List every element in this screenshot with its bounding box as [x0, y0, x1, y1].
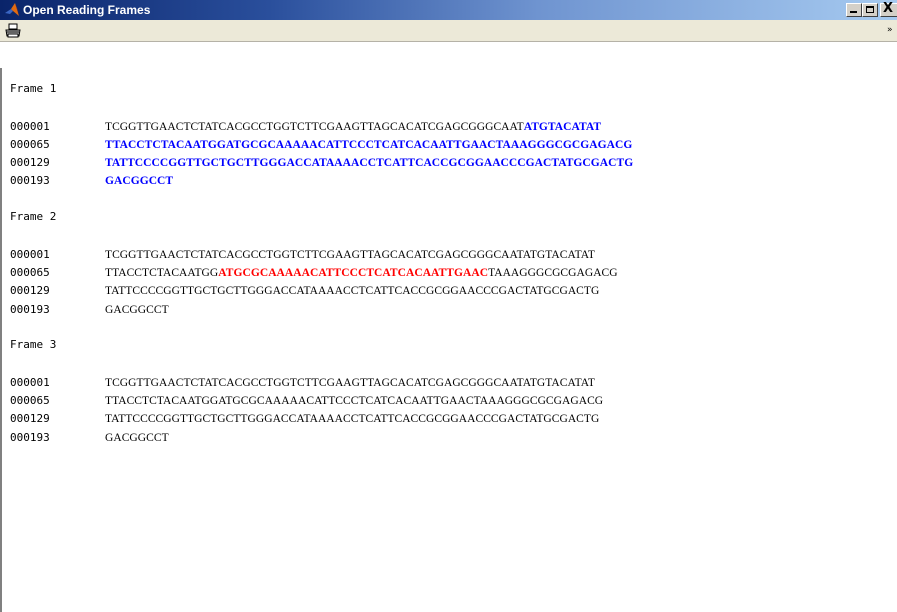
sequence-text: GACGGCCT [105, 175, 173, 187]
sequence-text: TATTCCCCGGTTGCTGCTTGGGACCATAAAACCTCATTCA… [105, 413, 599, 425]
printer-icon[interactable] [4, 22, 22, 40]
sequence-plain: TCGGTTGAACTCTATCACGCCTGGTCTTCGAAGTTAGCAC… [105, 248, 595, 261]
sequence-plain: TTACCTCTACAATGGATGCGCAAAAACATTCCCTCATCAC… [105, 395, 604, 408]
chevron-icon[interactable]: » [887, 24, 897, 36]
sequence-line: 000001 TCGGTTGAACTCTATCACGCCTGGTCTTCGAAGT… [10, 373, 890, 391]
position-label: 000065 [10, 265, 50, 279]
sequence-line: 000193 GACGGCCT [10, 300, 890, 318]
toolbar: » [0, 20, 897, 42]
title-bar[interactable]: Open Reading Frames X [0, 0, 897, 20]
sequence-text: GACGGCCT [105, 432, 169, 444]
orf-highlight: ATGCGCAAAAACATTCCCTCATCACAATTGAAC [218, 266, 489, 279]
position-label: 000129 [10, 156, 50, 170]
frame-title: Frame 1 [10, 82, 57, 95]
sequence-plain: TATTCCCCGGTTGCTGCTTGGGACCATAAAACCTCATTCA… [105, 285, 600, 298]
close-icon: X [883, 1, 894, 16]
frame-block: Frame 2 000001 TCGGTTGAACTCTATCACGCCTGGTCT… [10, 208, 890, 336]
orf-output: Frame 1 000001 TCGGTTGAACTCTATCACGCCTGGTCT… [10, 80, 890, 464]
orf-highlight: TTACCTCTACAATGGATGCGCAAAAACATTCCCTCATCAC… [105, 138, 633, 151]
position-label: 000193 [10, 302, 50, 316]
orf-highlight: TATTCCCCGGTTGCTGCTTGGGACCATAAAACCTCATTCA… [105, 157, 634, 170]
frame-block: Frame 3 000001 TCGGTTGAACTCTATCACGCCTGGTCT… [10, 336, 890, 464]
sequence-plain: TATTCCCCGGTTGCTGCTTGGGACCATAAAACCTCATTCA… [105, 413, 600, 426]
sequence-text: TCGGTTGAACTCTATCACGCCTGGTCTTCGAAGTTAGCAC… [105, 121, 601, 133]
sequence-plain: TCGGTTGAACTCTATCACGCCTGGTCTTCGAAGTTAGCAC… [105, 376, 595, 389]
frame-title: Frame 3 [10, 338, 57, 352]
sequence-line: 000065 TTACCTCTACAATGGATGCGCAAAAACATTCCCT… [10, 391, 890, 409]
frame-block: Frame 1 000001 TCGGTTGAACTCTATCACGCCTGGTCT… [10, 80, 890, 208]
close-button[interactable]: X [880, 1, 897, 17]
sequence-line: 000193 GACGGCCT [10, 428, 890, 446]
orf-window: Open Reading Frames X » Frame 1 000001 TCG… [0, 0, 897, 612]
frame-title: Frame 2 [10, 210, 57, 224]
sequence-output-panel[interactable]: Frame 1 000001 TCGGTTGAACTCTATCACGCCTGGTCT… [0, 68, 897, 612]
sequence-line: 000065 TTACCTCTACAATGGATGCGCAAAAACATTCCCT… [10, 135, 890, 153]
sequence-line: 000129 TATTCCCCGGTTGCTGCTTGGGACCATAAAACCT… [10, 153, 890, 171]
sequence-line: 000193 GACGGCCT [10, 171, 890, 189]
sequence-plain-after: TAAAGGGCGCGAGACG [488, 266, 618, 279]
sequence-text: GACGGCCT [105, 304, 169, 316]
sequence-line: 000065 TTACCTCTACAATGGATGCGCAAAAACATTCCCT… [10, 263, 890, 281]
sequence-text: TCGGTTGAACTCTATCACGCCTGGTCTTCGAAGTTAGCAC… [105, 377, 595, 389]
maximize-button[interactable] [862, 3, 878, 17]
minimize-icon [850, 11, 857, 13]
minimize-button[interactable] [846, 3, 862, 17]
sequence-text: TTACCTCTACAATGGATGCGCAAAAACATTCCCTCATCAC… [105, 267, 618, 279]
position-label: 000065 [10, 394, 50, 408]
maximize-icon [866, 6, 874, 13]
sequence-line: 000001 TCGGTTGAACTCTATCACGCCTGGTCTTCGAAGT… [10, 245, 890, 263]
sequence-line: 000129 TATTCCCCGGTTGCTGCTTGGGACCATAAAACCT… [10, 281, 890, 299]
window-title: Open Reading Frames [23, 3, 151, 17]
matlab-logo-icon [5, 3, 19, 16]
position-label: 000065 [10, 137, 50, 151]
sequence-plain: TCGGTTGAACTCTATCACGCCTGGTCTTCGAAGTTAGCAC… [105, 120, 524, 133]
orf-highlight: ATGTACATAT [523, 120, 602, 133]
position-label: 000001 [10, 119, 50, 133]
position-label: 000001 [10, 247, 50, 261]
sequence-text: TATTCCCCGGTTGCTGCTTGGGACCATAAAACCTCATTCA… [105, 157, 633, 169]
sequence-plain: TTACCTCTACAATGG [105, 266, 219, 279]
sequence-line: 000001 TCGGTTGAACTCTATCACGCCTGGTCTTCGAAGT… [10, 117, 890, 135]
sequence-text: TCGGTTGAACTCTATCACGCCTGGTCTTCGAAGTTAGCAC… [105, 249, 595, 261]
sequence-text: TTACCTCTACAATGGATGCGCAAAAACATTCCCTCATCAC… [105, 395, 603, 407]
position-label: 000129 [10, 284, 50, 298]
position-label: 000129 [10, 412, 50, 426]
sequence-plain: GACGGCCT [105, 303, 169, 316]
position-label: 000001 [10, 375, 50, 389]
orf-highlight: GACGGCCT [105, 175, 174, 188]
sequence-text: TTACCTCTACAATGGATGCGCAAAAACATTCCCTCATCAC… [105, 139, 632, 151]
position-label: 000193 [10, 174, 50, 188]
sequence-plain: GACGGCCT [105, 431, 169, 444]
position-label: 000193 [10, 430, 50, 444]
sequence-line: 000129 TATTCCCCGGTTGCTGCTTGGGACCATAAAACCT… [10, 409, 890, 427]
sequence-text: TATTCCCCGGTTGCTGCTTGGGACCATAAAACCTCATTCA… [105, 285, 599, 297]
